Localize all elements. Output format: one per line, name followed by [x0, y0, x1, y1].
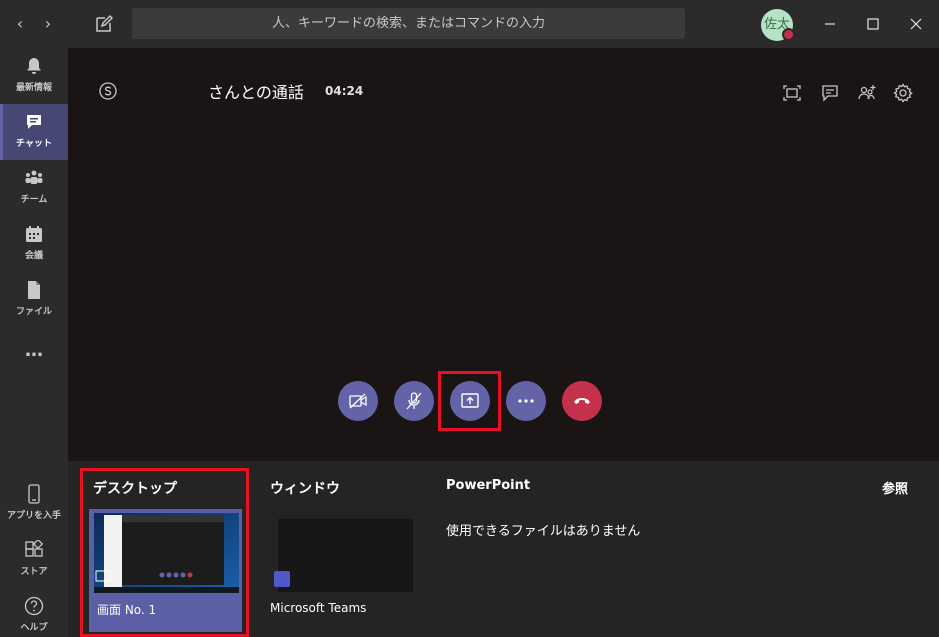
- hang-up-icon: [574, 398, 590, 404]
- rail-item-files[interactable]: ファイル: [0, 272, 68, 328]
- camera-off-icon: [349, 393, 367, 409]
- forward-arrow-icon[interactable]: ›: [38, 14, 58, 34]
- phone-icon: [28, 484, 40, 504]
- help-icon: [24, 596, 44, 616]
- rail-item-teams[interactable]: チーム: [0, 160, 68, 216]
- more-actions-button[interactable]: [506, 381, 546, 421]
- rail-label: チーム: [20, 195, 48, 205]
- rail-label: アプリを入手: [6, 511, 61, 521]
- settings-gear-icon[interactable]: [893, 83, 913, 103]
- call-timer: 04:24: [325, 84, 364, 98]
- back-arrow-icon[interactable]: ‹: [10, 14, 30, 34]
- rail-label: チャット: [16, 139, 52, 149]
- hang-up-button[interactable]: [562, 381, 602, 421]
- maximize-icon[interactable]: [861, 12, 885, 36]
- close-icon[interactable]: [904, 12, 928, 36]
- mute-button[interactable]: [394, 381, 434, 421]
- ellipsis-icon: [518, 399, 534, 403]
- rail-item-get-apps[interactable]: アプリを入手: [0, 476, 68, 532]
- fullscreen-icon[interactable]: [782, 83, 802, 103]
- powerpoint-heading: PowerPoint: [446, 478, 531, 493]
- file-icon: [28, 281, 40, 299]
- teams-icon: [25, 170, 43, 184]
- search-input[interactable]: 人、キーワードの検索、またはコマンドの入力: [132, 8, 685, 39]
- desktop-option-highlight: [80, 468, 249, 637]
- app-rail: 最新情報 チャット チーム 会議 ファイル … アプリを入手 ストア ヘルプ: [0, 48, 68, 637]
- compose-icon[interactable]: [93, 13, 115, 35]
- browse-link[interactable]: 参照: [882, 478, 908, 497]
- rail-label: ストア: [20, 567, 48, 577]
- window-label: Microsoft Teams: [270, 601, 367, 615]
- window-heading: ウィンドウ: [270, 481, 340, 497]
- share-tray: デスクトップ ウィンドウ PowerPoint 参照 画面 No. 1 Micr…: [68, 461, 939, 637]
- rail-item-help[interactable]: ヘルプ: [0, 588, 68, 637]
- no-files-message: 使用できるファイルはありません: [446, 524, 641, 539]
- rail-label: ファイル: [15, 307, 52, 317]
- rail-label: 会議: [24, 251, 43, 261]
- chat-icon: [27, 115, 41, 129]
- title-bar: ‹ › 人、キーワードの検索、またはコマンドの入力 佐太: [0, 0, 939, 48]
- skype-icon: [99, 82, 117, 100]
- store-icon: [25, 540, 44, 557]
- conversation-icon[interactable]: [820, 83, 840, 103]
- rail-item-store[interactable]: ストア: [0, 532, 68, 588]
- more-icon: …: [25, 340, 43, 361]
- share-button-highlight: [438, 371, 501, 431]
- rail-item-activity[interactable]: 最新情報: [0, 48, 68, 104]
- microphone-off-icon: [406, 392, 422, 410]
- window-share-option[interactable]: [270, 513, 413, 592]
- rail-label: ヘルプ: [20, 623, 48, 633]
- minimize-icon[interactable]: [818, 12, 842, 36]
- bell-icon: [27, 58, 41, 74]
- participants-icon[interactable]: [857, 83, 877, 103]
- rail-item-chat[interactable]: チャット: [0, 104, 68, 160]
- rail-item-more[interactable]: …: [0, 328, 68, 384]
- call-stage: さんとの通話 04:24: [68, 48, 939, 461]
- rail-label: 最新情報: [15, 83, 52, 93]
- calendar-icon: [26, 226, 42, 242]
- rail-item-meetings[interactable]: 会議: [0, 216, 68, 272]
- presence-status-icon: [782, 28, 795, 41]
- camera-off-button[interactable]: [338, 381, 378, 421]
- teams-window: ‹ › 人、キーワードの検索、またはコマンドの入力 佐太 最新情報 チャット チ…: [0, 0, 939, 637]
- call-title: さんとの通話: [208, 83, 304, 102]
